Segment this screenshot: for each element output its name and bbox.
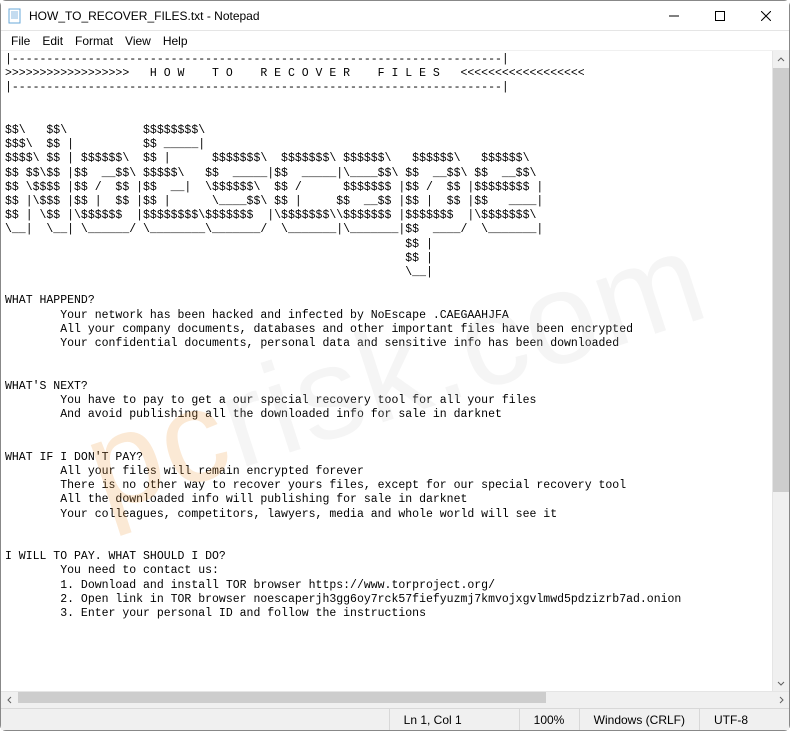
titlebar: HOW_TO_RECOVER_FILES.txt - Notepad [1,1,789,31]
window-title: HOW_TO_RECOVER_FILES.txt - Notepad [29,9,651,23]
menu-edit[interactable]: Edit [36,33,69,49]
scroll-right-button[interactable] [772,692,789,708]
close-button[interactable] [743,1,789,30]
statusbar: Ln 1, Col 1 100% Windows (CRLF) UTF-8 [1,708,789,730]
status-line-ending: Windows (CRLF) [579,709,699,730]
scroll-track-horizontal[interactable] [18,692,772,708]
maximize-button[interactable] [697,1,743,30]
content-area: |---------------------------------------… [1,51,789,691]
notepad-icon [7,8,23,24]
status-position: Ln 1, Col 1 [389,709,519,730]
scroll-up-button[interactable] [773,51,789,68]
menu-view[interactable]: View [119,33,157,49]
scroll-thumb-horizontal[interactable] [18,692,546,703]
menu-format[interactable]: Format [69,33,119,49]
document-text[interactable]: |---------------------------------------… [1,51,772,691]
status-encoding: UTF-8 [699,709,789,730]
scroll-thumb-vertical[interactable] [773,68,789,492]
window-controls [651,1,789,30]
scroll-track-vertical[interactable] [773,68,789,674]
vertical-scrollbar[interactable] [772,51,789,691]
horizontal-scrollbar[interactable] [1,691,789,708]
scroll-left-button[interactable] [1,692,18,708]
menubar: File Edit Format View Help [1,31,789,51]
status-zoom: 100% [519,709,579,730]
minimize-button[interactable] [651,1,697,30]
menu-file[interactable]: File [5,33,36,49]
scroll-down-button[interactable] [773,674,789,691]
menu-help[interactable]: Help [157,33,194,49]
